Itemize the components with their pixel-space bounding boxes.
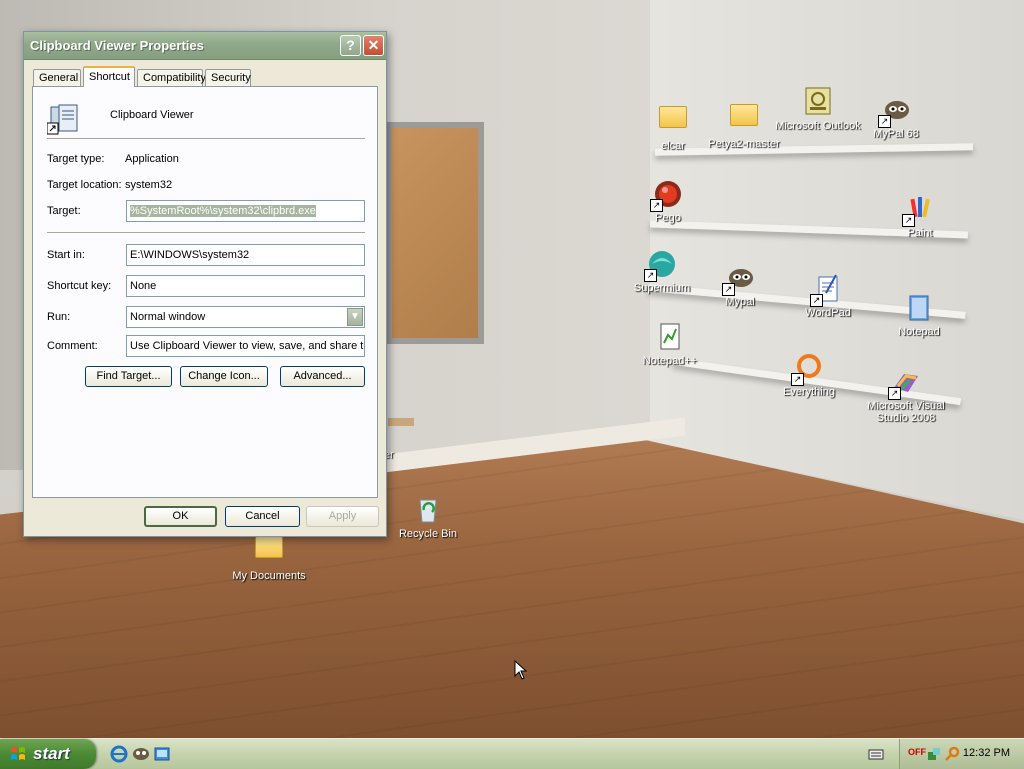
shortcut-arrow-icon: ↗ xyxy=(791,373,804,386)
close-button[interactable]: ✕ xyxy=(363,35,384,56)
mypal-icon[interactable] xyxy=(132,745,150,763)
desktop-icon-notepad[interactable]: Notepad xyxy=(876,292,962,338)
folder-icon xyxy=(728,104,760,136)
wordpad-icon: ↗ xyxy=(810,273,844,307)
desktop-icon-wordpad[interactable]: ↗ WordPad xyxy=(785,273,871,319)
desktop-icon-supermium[interactable]: ↗ Supermium xyxy=(619,248,705,294)
divider xyxy=(47,138,365,139)
help-button[interactable]: ? xyxy=(340,35,361,56)
mypal-icon: ↗ xyxy=(878,94,912,128)
change-icon-button[interactable]: Change Icon... xyxy=(180,366,268,387)
target-input[interactable]: %SystemRoot%\system32\clipbrd.exe xyxy=(126,200,365,222)
target-input-value: %SystemRoot%\system32\clipbrd.exe xyxy=(130,205,316,217)
start-label: start xyxy=(33,744,70,763)
mypal-icon: ↗ xyxy=(722,262,756,296)
tab-general[interactable]: General xyxy=(33,69,81,86)
target-type-value: Application xyxy=(125,153,179,165)
chevron-down-icon[interactable]: ▼ xyxy=(347,308,363,326)
start-in-input[interactable]: E:\WINDOWS\system32 xyxy=(126,244,365,266)
supermium-icon: ↗ xyxy=(644,248,678,282)
my-documents-icon xyxy=(253,536,285,568)
room-wall-right xyxy=(650,0,1024,520)
tray-off-indicator[interactable]: OFF xyxy=(908,747,926,757)
start-button[interactable]: start xyxy=(0,739,96,769)
window-title: Clipboard Viewer Properties xyxy=(30,38,204,53)
clipboard-viewer-icon xyxy=(47,104,78,135)
advanced-button[interactable]: Advanced... xyxy=(280,366,365,387)
divider xyxy=(47,232,365,233)
desktop-icon-everything[interactable]: ↗ Everything xyxy=(766,352,852,398)
keyboard-icon[interactable] xyxy=(868,746,884,762)
network-icon[interactable] xyxy=(926,746,942,762)
target-type-label: Target type: xyxy=(47,153,105,165)
outlook-icon xyxy=(802,86,834,118)
shortcut-arrow-icon: ↗ xyxy=(902,214,915,227)
desktop-icon-paint[interactable]: ↗ Paint xyxy=(877,193,963,239)
apply-button[interactable]: Apply xyxy=(306,506,379,527)
shortcut-key-label: Shortcut key: xyxy=(47,280,112,292)
taskbar: start OFF 12:32 PM xyxy=(0,738,1024,769)
paint-icon: ↗ xyxy=(902,193,936,227)
folder-icon xyxy=(657,106,689,138)
help-icon: ? xyxy=(346,37,355,53)
shortcut-tab-panel: Clipboard Viewer Target type: Applicatio… xyxy=(32,86,378,498)
show-desktop-icon[interactable] xyxy=(153,745,171,763)
target-location-label: Target location: xyxy=(47,179,122,191)
ok-button[interactable]: OK xyxy=(144,506,217,527)
everything-icon: ↗ xyxy=(791,352,825,386)
cancel-button[interactable]: Cancel xyxy=(225,506,300,527)
desktop-icon-notepadpp[interactable]: Notepad++ xyxy=(627,321,713,367)
shortcut-arrow-icon: ↗ xyxy=(810,294,823,307)
notepad-icon xyxy=(903,292,935,324)
shortcut-key-input[interactable]: None xyxy=(126,275,365,297)
pego-icon: ↗ xyxy=(650,178,684,212)
target-label: Target: xyxy=(47,205,81,217)
windows-logo-icon xyxy=(11,747,25,760)
shortcut-arrow-icon: ↗ xyxy=(644,269,657,282)
desktop-icon-outlook[interactable]: Microsoft Outlook xyxy=(775,86,861,132)
recycle-bin-icon xyxy=(412,494,444,526)
system-tray: OFF 12:32 PM xyxy=(899,739,1024,769)
shortcut-arrow-icon: ↗ xyxy=(888,387,901,400)
clock[interactable]: 12:32 PM xyxy=(963,747,1010,759)
target-location-value: system32 xyxy=(125,179,173,191)
shortcut-arrow-icon: ↗ xyxy=(722,283,735,296)
close-icon: ✕ xyxy=(367,37,380,53)
visual-studio-icon: ↗ xyxy=(888,366,922,400)
title-bar[interactable]: Clipboard Viewer Properties ? ✕ xyxy=(24,32,386,60)
desktop-icon-my-documents[interactable]: My Documents xyxy=(226,530,312,582)
start-in-label: Start in: xyxy=(47,249,85,261)
find-target-button[interactable]: Find Target... xyxy=(85,366,172,387)
tab-compatibility[interactable]: Compatibility xyxy=(137,69,206,86)
desktop-icon-mypal[interactable]: ↗ Mypal xyxy=(697,262,783,308)
tab-shortcut[interactable]: Shortcut xyxy=(83,66,135,87)
desktop-icon-pego[interactable]: ↗ Pego xyxy=(625,178,711,224)
side-table xyxy=(388,418,414,426)
shortcut-arrow-icon: ↗ xyxy=(650,199,663,212)
run-select[interactable]: Normal window ▼ xyxy=(126,306,365,328)
search-icon[interactable] xyxy=(944,746,960,762)
run-label: Run: xyxy=(47,311,71,323)
desktop-icon-mypal-68[interactable]: ↗ MyPal 68 xyxy=(853,94,939,140)
desktop-icon-recycle-bin[interactable]: Recycle Bin xyxy=(385,494,471,540)
corkboard-picture xyxy=(386,122,484,344)
properties-dialog: Clipboard Viewer Properties ? ✕ General … xyxy=(23,31,387,537)
run-select-value: Normal window xyxy=(130,311,206,323)
comment-label: Comment: xyxy=(47,340,98,352)
desktop-icon-visual-studio-2008[interactable]: ↗ Microsoft Visual Studio 2008 xyxy=(863,366,949,424)
comment-input[interactable]: Use Clipboard Viewer to view, save, and … xyxy=(126,335,365,357)
notepadpp-icon xyxy=(654,321,686,353)
internet-explorer-icon[interactable] xyxy=(110,745,128,763)
tab-security[interactable]: Security xyxy=(205,69,251,86)
mouse-cursor-icon xyxy=(514,660,528,680)
shortcut-arrow-icon: ↗ xyxy=(878,115,891,128)
app-name: Clipboard Viewer xyxy=(110,109,194,121)
